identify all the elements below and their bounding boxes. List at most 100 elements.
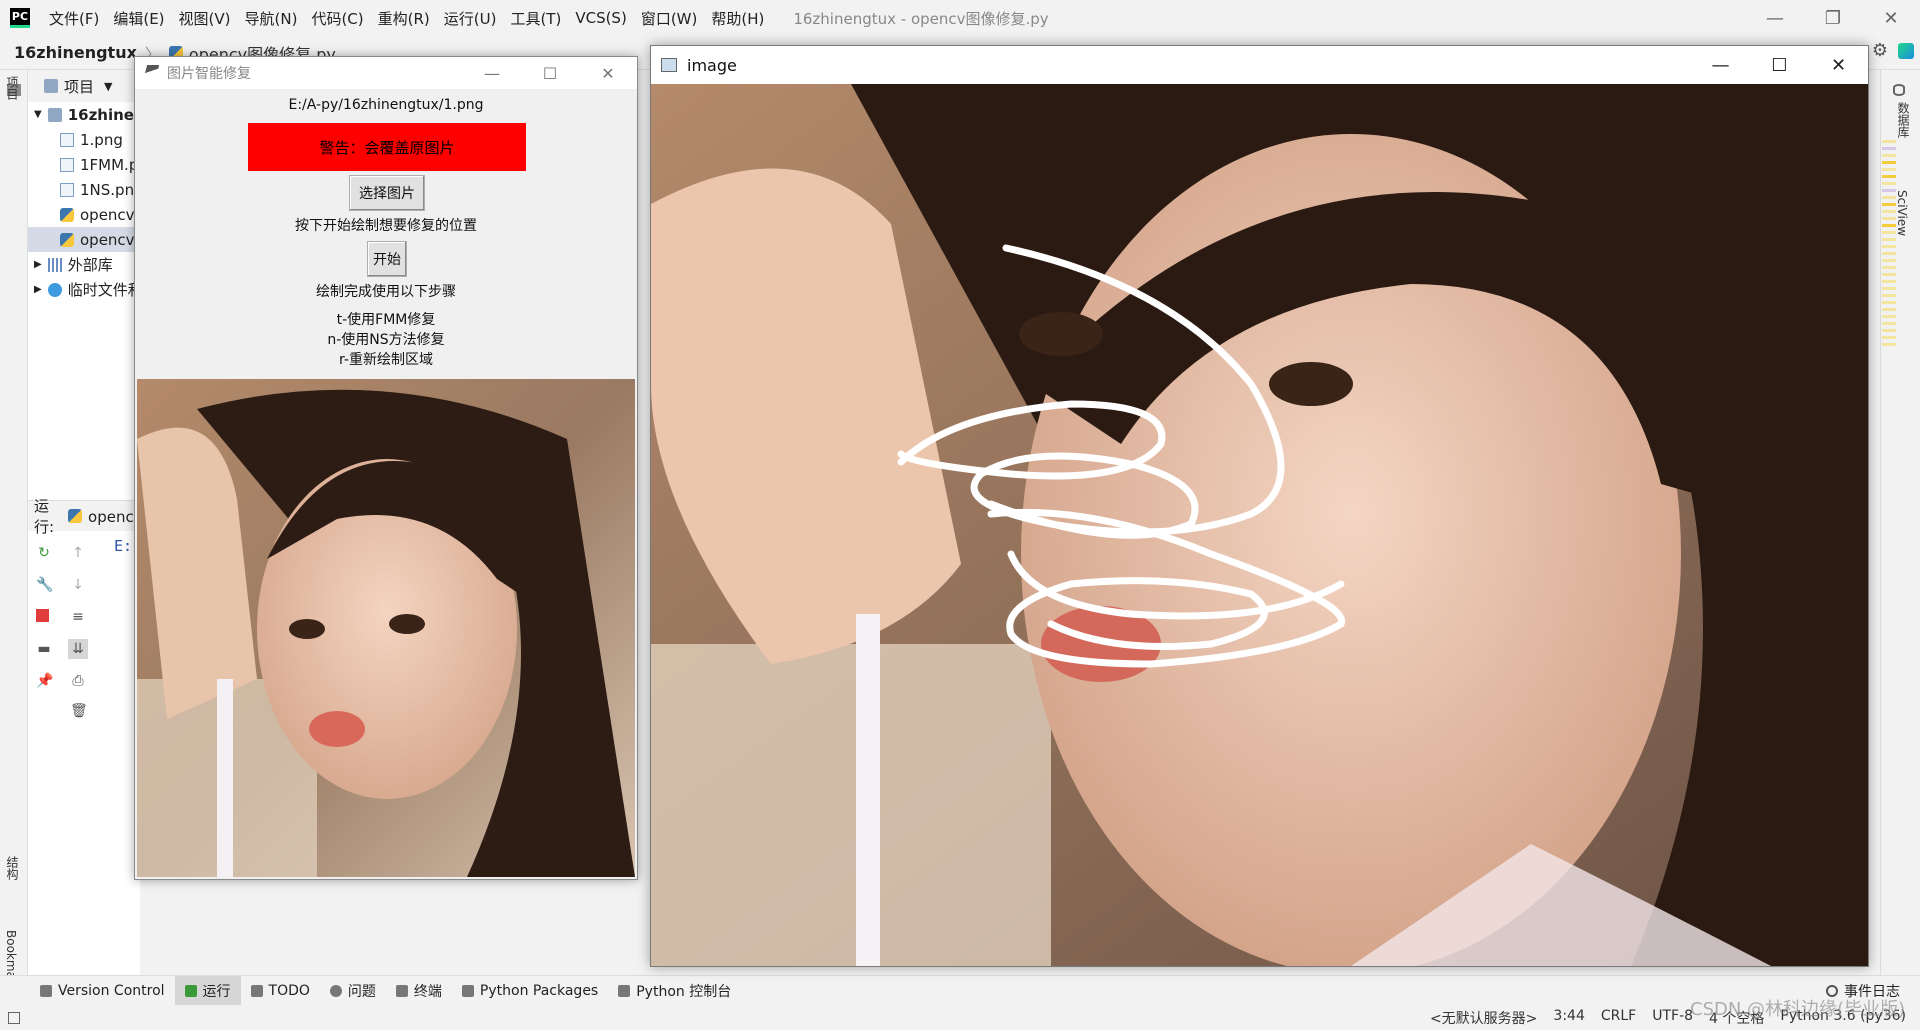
pycharm-logo-icon: PC (10, 8, 30, 28)
tab-python-packages[interactable]: Python Packages (452, 976, 608, 1006)
menu-refactor[interactable]: 重构(R) (371, 8, 437, 29)
tab-version-control[interactable]: Version Control (30, 976, 175, 1006)
tab-run[interactable]: 运行 (174, 975, 241, 1006)
marker (1882, 147, 1896, 150)
tree-item-file[interactable]: opencv图像修复.py (28, 202, 139, 227)
tab-python-console[interactable]: Python 控制台 (608, 976, 741, 1006)
chevron-right-icon[interactable]: ▶ (34, 259, 42, 270)
cv-window-controls: — ☐ ✕ (1691, 46, 1868, 84)
toolbar-right: ⚙ (1872, 40, 1914, 61)
arrow-up-icon[interactable]: ↑ (70, 545, 86, 561)
print-icon[interactable]: ⎙ (70, 673, 86, 689)
photo-portrait (137, 379, 635, 877)
status-server[interactable]: <无默认服务器> (1430, 1008, 1537, 1028)
marker (1882, 322, 1896, 325)
menu-window[interactable]: 窗口(W) (634, 8, 705, 29)
tree-item-file-selected[interactable]: opencv图像修复.py (28, 227, 139, 252)
status-encoding[interactable]: UTF-8 (1652, 1008, 1693, 1028)
marker (1882, 203, 1896, 206)
tree-item-file[interactable]: 1FMM.png (28, 152, 139, 177)
database-icon[interactable] (1893, 84, 1905, 96)
status-line-separator[interactable]: CRLF (1601, 1008, 1636, 1028)
image-file-icon (60, 182, 74, 197)
tree-item-label: opencv图像修复.py (80, 231, 139, 249)
tk-title-bar[interactable]: 图片智能修复 — ☐ ✕ (135, 57, 637, 89)
close-icon[interactable]: ✕ (1809, 46, 1868, 84)
settings-icon[interactable]: ⚙ (1872, 40, 1888, 61)
menu-code[interactable]: 代码(C) (304, 8, 370, 29)
menu-file[interactable]: 文件(F) (42, 8, 106, 29)
breadcrumb-project[interactable]: 16zhinengtux (14, 43, 137, 62)
marker (1882, 196, 1896, 199)
tree-item-label: 16zhinengtux (67, 105, 139, 124)
chevron-right-icon[interactable]: ▶ (34, 284, 42, 295)
layout-icon[interactable]: ▬ (36, 641, 52, 657)
soft-wrap-icon[interactable]: ≡ (70, 609, 86, 625)
step-r-label: r-重新绘制区域 (339, 352, 433, 368)
rerun-icon[interactable]: ↻ (36, 545, 52, 561)
scroll-to-end-icon[interactable]: ⇊ (68, 639, 88, 659)
tree-item-external-libs[interactable]: ▶ 外部库 (28, 252, 139, 277)
minimize-icon[interactable]: — (1691, 46, 1750, 84)
marker (1882, 182, 1896, 185)
tool-window-sciview[interactable]: SciView (1895, 190, 1909, 236)
project-panel-title[interactable]: 项目 (64, 76, 94, 97)
project-tree: ▼ 16zhinengtux 1.png 1FMM.png 1NS.png ope… (28, 102, 139, 302)
scratch-icon (47, 282, 62, 297)
arrow-down-icon[interactable]: ↓ (70, 577, 86, 593)
tab-todo[interactable]: TODO (241, 976, 320, 1006)
image-file-icon (60, 132, 74, 147)
feather-icon (142, 65, 160, 81)
tab-terminal[interactable]: 终端 (386, 976, 452, 1006)
cv-title-bar[interactable]: image — ☐ ✕ (651, 46, 1868, 84)
pin-icon[interactable]: 📌 (36, 673, 53, 689)
minimize-icon[interactable]: — (1746, 0, 1804, 36)
minimize-icon[interactable]: — (463, 57, 521, 89)
chevron-down-icon[interactable]: ▼ (34, 109, 42, 120)
tree-item-project-root[interactable]: ▼ 16zhinengtux (28, 102, 139, 127)
tool-window-bar: Version Control 运行 TODO 问题 终端 Python Pac… (0, 975, 1920, 1006)
menu-run[interactable]: 运行(U) (437, 8, 504, 29)
toolbox-icon[interactable] (1898, 42, 1914, 59)
menu-vcs[interactable]: VCS(S) (568, 9, 633, 27)
choose-image-button[interactable]: 选择图片 (349, 175, 425, 211)
status-position[interactable]: 3:44 (1553, 1008, 1584, 1028)
tab-problems[interactable]: 问题 (320, 976, 386, 1006)
restore-icon[interactable]: ❐ (1804, 0, 1862, 36)
status-layout-icon[interactable] (8, 1011, 20, 1024)
maximize-icon[interactable]: ☐ (1750, 46, 1809, 84)
run-panel-header: 运行: opencv图像修复 (28, 497, 203, 536)
marker (1882, 154, 1896, 157)
tree-item-label: 外部库 (67, 256, 113, 274)
close-icon[interactable]: ✕ (1862, 0, 1920, 36)
close-icon[interactable]: ✕ (579, 57, 637, 89)
menu-view[interactable]: 视图(V) (172, 8, 238, 29)
wrench-icon[interactable]: 🔧 (36, 577, 53, 593)
tool-window-structure[interactable]: 结构 (4, 856, 21, 880)
menu-edit[interactable]: 编辑(E) (106, 8, 171, 29)
menu-help[interactable]: 帮助(H) (704, 8, 771, 29)
opencv-window: image — ☐ ✕ (650, 45, 1869, 967)
menu-tools[interactable]: 工具(T) (503, 8, 568, 29)
menu-navigate[interactable]: 导航(N) (238, 8, 305, 29)
tree-item-label: 1.png (80, 130, 123, 149)
tree-item-scratches[interactable]: ▶ 临时文件和控制台 (28, 277, 139, 302)
project-panel: 项目 ▼ ▼ 16zhinengtux 1.png 1FMM.png 1NS.pn… (28, 70, 140, 500)
library-icon (47, 257, 62, 272)
tree-item-file[interactable]: 1NS.png (28, 177, 139, 202)
chevron-down-icon[interactable]: ▼ (104, 80, 112, 93)
start-button[interactable]: 开始 (367, 241, 407, 277)
tool-window-database[interactable]: 数据库 (1895, 102, 1912, 138)
trash-icon[interactable]: 🗑 (70, 703, 88, 719)
tool-window-project[interactable]: 项目 (4, 76, 21, 100)
stop-icon[interactable] (36, 609, 49, 622)
editor-scroll-markers (1882, 140, 1896, 350)
marker (1882, 245, 1896, 248)
after-text-label: 绘制完成使用以下步骤 (316, 284, 456, 300)
marker (1882, 161, 1896, 164)
marker (1882, 252, 1896, 255)
maximize-icon[interactable]: ☐ (521, 57, 579, 89)
drawing-canvas[interactable] (651, 84, 1868, 966)
tree-item-file[interactable]: 1.png (28, 127, 139, 152)
window-icon (661, 58, 677, 72)
